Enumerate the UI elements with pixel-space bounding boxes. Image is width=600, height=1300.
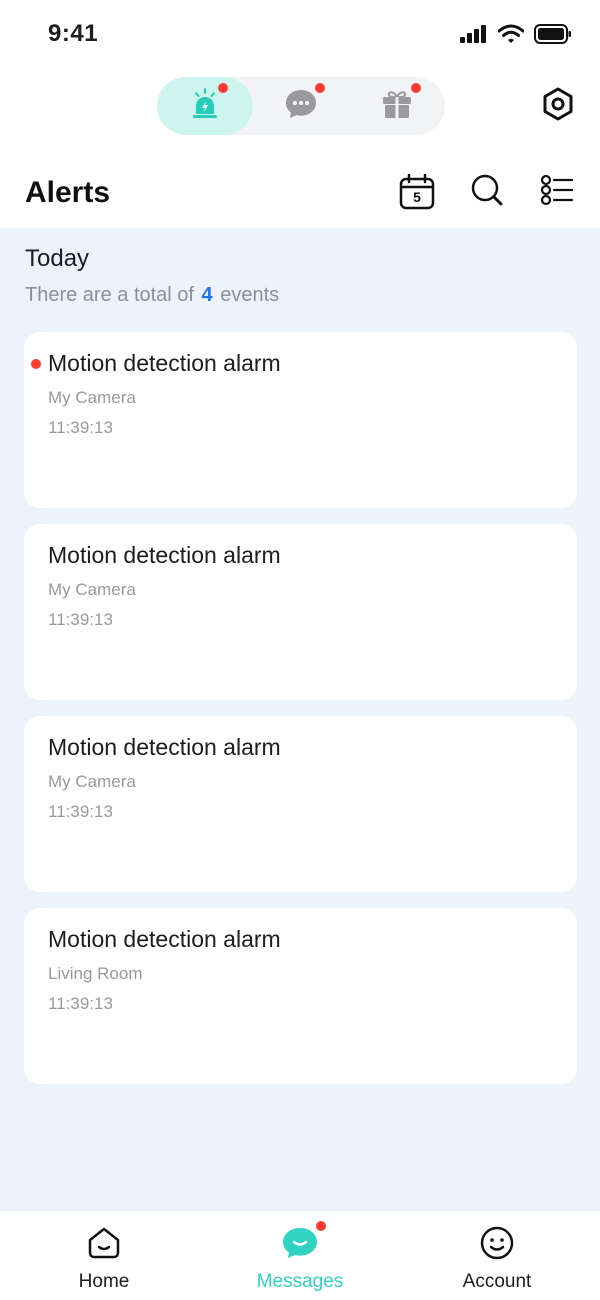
nav-account-label: Account [462,1271,532,1292]
event-title: Motion detection alarm [48,734,281,760]
wifi-icon [497,24,525,49]
event-title: Motion detection alarm [48,350,281,376]
hexagon-settings-icon [542,87,574,126]
nav-home-label: Home [78,1271,130,1292]
nav-account[interactable]: Account [437,1223,557,1300]
message-category-switcher [157,77,445,135]
unread-indicator [31,359,41,369]
settings-button[interactable] [540,87,576,126]
event-time: 11:39:13 [48,802,113,821]
event-card[interactable]: Motion detection alarm Living Room 11:39… [24,908,577,1084]
event-card[interactable]: Motion detection alarm My Camera 11:39:1… [24,332,577,508]
status-time: 9:41 [48,20,99,47]
tab-chat[interactable] [253,77,349,135]
event-title: Motion detection alarm [48,926,281,952]
bottom-nav: Home Messages Account [0,1210,600,1300]
calendar-icon: 5 [399,174,435,210]
gifts-badge [411,83,421,93]
page-title: Alerts [25,176,111,209]
summary-prefix: There are a total of [25,284,194,306]
header-actions: 5 [398,172,576,212]
chat-badge [315,83,325,93]
messages-icon [280,1221,326,1263]
list-icon [540,174,574,211]
events-summary: There are a total of 4 events [25,284,279,307]
event-device: My Camera [48,388,136,407]
event-title: Motion detection alarm [48,542,281,568]
chat-bubble-icon [284,87,318,126]
summary-suffix: events [220,284,280,306]
account-icon [477,1223,517,1263]
siren-icon [188,87,222,126]
list-filter-button[interactable] [538,172,576,212]
events-count: 4 [201,284,213,306]
calendar-day-number: 5 [413,189,421,205]
gift-icon [380,87,414,126]
nav-messages-label: Messages [256,1271,344,1292]
tab-gifts[interactable] [349,77,445,135]
event-time: 11:39:13 [48,994,113,1013]
search-icon [470,173,504,212]
search-button[interactable] [468,172,506,212]
event-device: My Camera [48,580,136,599]
nav-messages[interactable]: Messages [240,1221,360,1300]
event-device: Living Room [48,964,143,983]
event-device: My Camera [48,772,136,791]
cellular-signal-icon [460,25,488,48]
alerts-badge [218,83,228,93]
event-time: 11:39:13 [48,418,113,437]
nav-home[interactable]: Home [44,1223,164,1300]
messages-badge [316,1221,326,1231]
event-card[interactable]: Motion detection alarm My Camera 11:39:1… [24,716,577,892]
day-heading: Today [25,245,90,272]
status-icons [460,24,572,49]
battery-icon [534,24,572,49]
event-card[interactable]: Motion detection alarm My Camera 11:39:1… [24,524,577,700]
status-bar: 9:41 [0,0,600,70]
event-time: 11:39:13 [48,610,113,629]
events-list-area[interactable]: Today There are a total of 4 events Moti… [0,228,600,1210]
calendar-button[interactable]: 5 [398,172,436,212]
tab-alerts[interactable] [157,77,253,135]
home-icon [84,1223,124,1263]
